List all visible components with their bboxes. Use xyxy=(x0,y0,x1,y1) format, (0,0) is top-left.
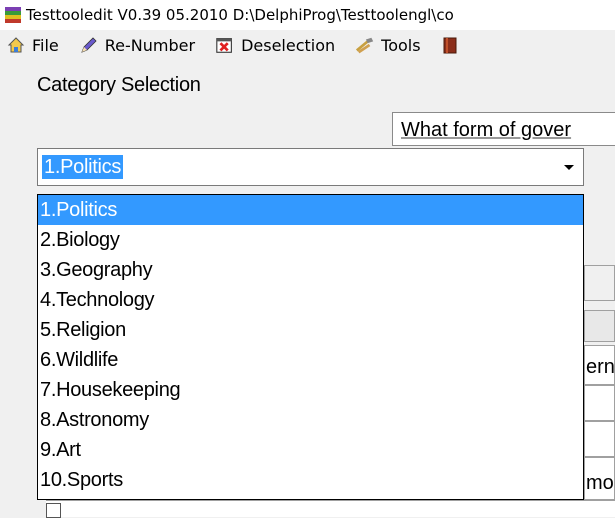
list-item[interactable]: 7.Housekeeping xyxy=(38,375,583,405)
menu-extra[interactable] xyxy=(433,30,479,60)
grid-row xyxy=(46,500,615,518)
category-selection-label: Category Selection xyxy=(37,74,201,96)
menu-deselection[interactable]: Deselection xyxy=(207,30,347,60)
title-bar: Testtooledit V0.39 05.2010 D:\DelphiProg… xyxy=(0,0,615,30)
question-text: What form of gover xyxy=(401,119,572,141)
right-grid-cell-2 xyxy=(584,385,615,421)
right-panel-button[interactable] xyxy=(584,265,615,301)
home-icon xyxy=(6,35,26,55)
list-item[interactable]: 10.Sports xyxy=(38,465,583,495)
list-item[interactable]: 5.Religion xyxy=(38,315,583,345)
menu-file-label: File xyxy=(32,35,59,55)
menu-deselection-label: Deselection xyxy=(241,35,336,55)
category-dropdown-list[interactable]: 1.Politics 2.Biology 3.Geography 4.Techn… xyxy=(37,194,584,500)
right-grid-cell-3 xyxy=(584,421,615,457)
pencil-icon xyxy=(79,35,99,55)
deselect-icon xyxy=(215,35,235,55)
category-combobox[interactable]: 1.Politics xyxy=(37,148,584,186)
chevron-down-icon[interactable] xyxy=(561,159,577,175)
right-grid-text-1: ernı xyxy=(586,356,615,378)
tools-icon xyxy=(355,35,375,55)
category-selected-value: 1.Politics xyxy=(42,155,124,179)
list-item[interactable]: 3.Geography xyxy=(38,255,583,285)
window-title: Testtooledit V0.39 05.2010 D:\DelphiProg… xyxy=(26,6,454,24)
menu-file[interactable]: File xyxy=(0,30,71,60)
list-item[interactable]: 9.Art xyxy=(38,435,583,465)
menu-tools[interactable]: Tools xyxy=(347,30,432,60)
menu-tools-label: Tools xyxy=(381,35,421,55)
list-item[interactable]: 1.Politics xyxy=(38,195,583,225)
list-item[interactable]: 4.Technology xyxy=(38,285,583,315)
list-item[interactable]: 2.Biology xyxy=(38,225,583,255)
right-grid-text-2: mo xyxy=(586,472,614,494)
menu-renumber-label: Re-Number xyxy=(104,35,196,55)
book-icon xyxy=(441,35,461,55)
list-item[interactable]: 8.Astronomy xyxy=(38,405,583,435)
list-item[interactable]: 6.Wildlife xyxy=(38,345,583,375)
menu-renumber[interactable]: Re-Number xyxy=(71,30,207,60)
menu-bar: File Re-Number Deselection Tools xyxy=(0,30,615,60)
app-books-icon xyxy=(4,6,22,24)
question-text-field[interactable]: What form of gover xyxy=(392,112,615,146)
right-panel-strip xyxy=(584,310,615,342)
